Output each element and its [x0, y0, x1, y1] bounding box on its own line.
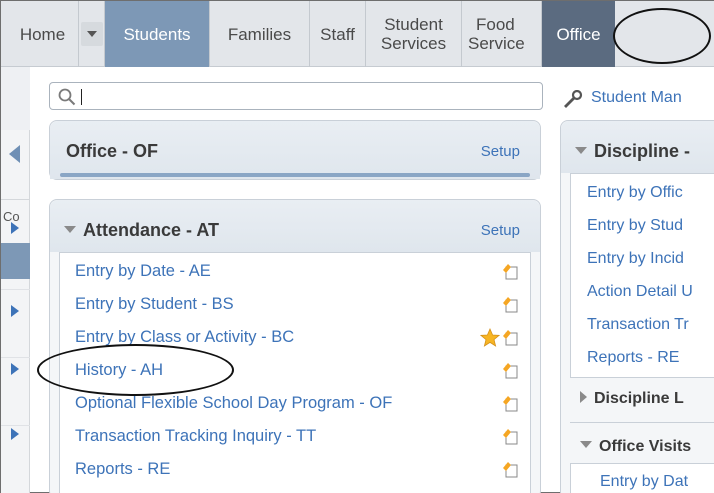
open-new-window-icon[interactable]	[502, 295, 518, 313]
text-cursor	[81, 89, 82, 105]
tab-student-services[interactable]: Student Services	[366, 1, 462, 67]
office-panel-title: Office - OF	[66, 141, 159, 161]
expand-row-icon[interactable]	[11, 222, 19, 234]
rail-row-divider	[1, 289, 30, 290]
tab-office[interactable]: Office	[542, 1, 615, 67]
open-new-window-icon[interactable]	[502, 427, 518, 445]
top-navigation: Home Students Families Staff Student Ser…	[1, 1, 714, 67]
menu-item-history[interactable]: History - AH	[75, 361, 163, 380]
menu-item-office-visits-entry[interactable]: Entry by Dat	[600, 473, 688, 491]
favorite-star-icon[interactable]	[480, 328, 500, 348]
open-new-window-icon[interactable]	[502, 262, 518, 280]
collapse-triangle-icon	[575, 146, 587, 154]
tab-families[interactable]: Families	[210, 1, 310, 67]
discipline-l-header: Discipline L	[580, 390, 684, 408]
tab-office-label: Office	[556, 24, 601, 44]
discipline-collapsed-section[interactable]: Discipline L	[570, 378, 714, 423]
rail-divider	[1, 199, 30, 200]
office-panel-header: Office - OF Setup	[50, 121, 540, 179]
expand-row-icon[interactable]	[11, 363, 19, 375]
open-new-window-icon[interactable]	[502, 460, 518, 478]
chevron-down-icon	[80, 22, 103, 46]
rail-row-divider	[1, 425, 30, 426]
menu-item-entry-by-office[interactable]: Entry by Offic	[587, 184, 683, 202]
search-box[interactable]	[49, 82, 543, 110]
tab-food-service-line1: Food	[476, 15, 515, 34]
tab-student-services-line1: Student	[384, 15, 443, 34]
expand-triangle-icon	[580, 390, 587, 403]
tab-staff[interactable]: Staff	[310, 1, 366, 67]
tab-students-label: Students	[123, 24, 191, 44]
attendance-panel-title: Attendance - AT	[64, 220, 219, 241]
menu-item-transaction-tracking-discipline[interactable]: Transaction Tr	[587, 316, 689, 334]
discipline-panel: Discipline - Discipline L Office Visits	[560, 120, 714, 493]
open-new-window-icon[interactable]	[502, 328, 518, 346]
discipline-panel-header[interactable]: Discipline -	[561, 121, 714, 173]
office-setup-link[interactable]: Setup	[481, 143, 520, 160]
discipline-title-text: Discipline -	[594, 141, 691, 161]
expand-row-icon[interactable]	[11, 305, 19, 317]
menu-item-entry-by-student-discipline[interactable]: Entry by Stud	[587, 217, 683, 235]
attendance-panel-header[interactable]: Attendance - AT Setup	[50, 200, 540, 252]
menu-item-entry-by-student[interactable]: Entry by Student - BS	[75, 295, 234, 314]
menu-item-reports[interactable]: Reports - RE	[75, 460, 170, 479]
office-panel: Office - OF Setup	[49, 120, 541, 180]
left-rail: Co	[1, 67, 30, 493]
search-input[interactable]	[80, 86, 530, 106]
tab-student-services-line2: Services	[380, 34, 447, 53]
discipline-panel-title: Discipline -	[575, 141, 690, 162]
panel-accent-line	[60, 173, 530, 177]
discipline-l-text: Discipline L	[594, 390, 684, 407]
open-new-window-icon[interactable]	[502, 361, 518, 379]
menu-item-transaction-tracking[interactable]: Transaction Tracking Inquiry - TT	[75, 427, 316, 446]
collapse-arrow-icon[interactable]	[9, 145, 20, 163]
menu-item-action-detail[interactable]: Action Detail U	[587, 283, 693, 301]
tab-food-service[interactable]: Food Service	[462, 1, 542, 67]
office-visits-header: Office Visits	[580, 438, 691, 456]
office-visits-text: Office Visits	[599, 438, 692, 455]
menu-item-reports-discipline[interactable]: Reports - RE	[587, 349, 679, 367]
tab-staff-label: Staff	[320, 24, 355, 44]
student-management-link[interactable]: Student Man	[591, 89, 682, 107]
expand-row-icon[interactable]	[11, 428, 19, 440]
home-dropdown[interactable]	[79, 1, 105, 67]
collapse-triangle-icon	[64, 225, 76, 233]
wrench-icon	[564, 90, 583, 108]
tab-home[interactable]: Home	[1, 1, 79, 67]
menu-item-entry-by-date[interactable]: Entry by Date - AE	[75, 262, 211, 281]
menu-item-optional-flexible[interactable]: Optional Flexible School Day Program - O…	[75, 394, 392, 413]
attendance-title-text: Attendance - AT	[83, 220, 220, 240]
rail-row-divider	[1, 357, 30, 358]
menu-item-entry-by-incident[interactable]: Entry by Incid	[587, 250, 684, 268]
tab-families-label: Families	[227, 24, 292, 44]
discipline-menu-list	[570, 173, 714, 378]
open-new-window-icon[interactable]	[502, 394, 518, 412]
tab-students[interactable]: Students	[105, 1, 210, 67]
rail-header	[1, 67, 30, 130]
search-icon	[58, 88, 76, 106]
attendance-setup-link[interactable]: Setup	[481, 222, 520, 239]
tab-home-label: Home	[19, 24, 66, 44]
tab-food-service-line2: Service	[468, 34, 525, 53]
menu-item-entry-by-class[interactable]: Entry by Class or Activity - BC	[75, 328, 294, 347]
collapse-triangle-icon	[580, 441, 592, 449]
office-visits-section[interactable]: Office Visits	[570, 426, 714, 466]
rail-selected-row	[1, 243, 30, 279]
